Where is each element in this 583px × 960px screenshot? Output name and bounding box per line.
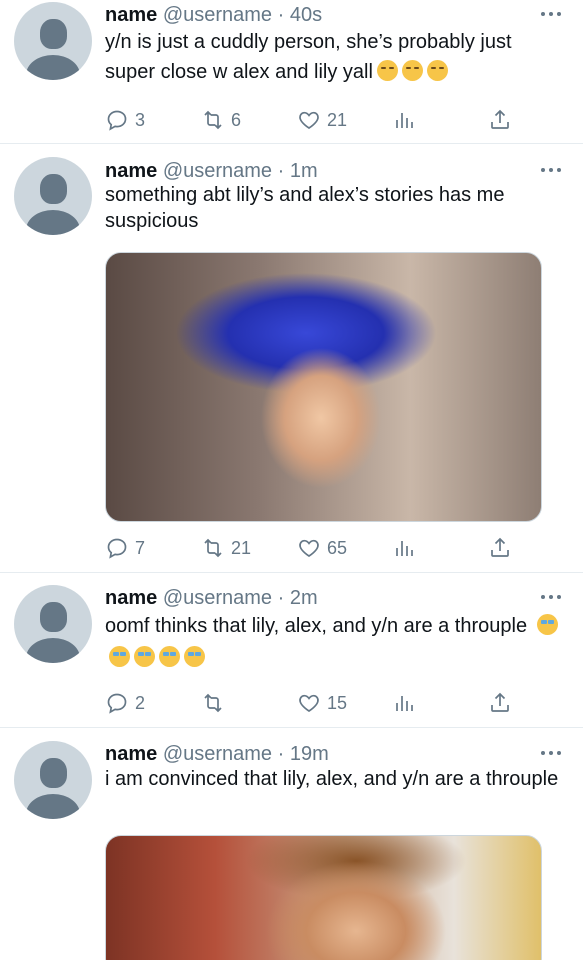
crying-face-emoji: [536, 614, 558, 635]
tweet-actions: 3 6 21: [105, 107, 525, 133]
avatar[interactable]: [14, 741, 92, 819]
sleepy-face-emoji: [426, 60, 448, 81]
reply-icon: [107, 693, 127, 714]
sleepy-face-emoji: [401, 60, 423, 81]
tweet[interactable]: name @username · 40s y/n is just a cuddl…: [0, 0, 583, 144]
avatar-body-shape: [26, 55, 80, 80]
more-icon[interactable]: [541, 12, 561, 18]
separator-dot: ·: [277, 160, 285, 182]
tweet-header: name @username · 19m: [105, 742, 329, 766]
retweet-count: 6: [231, 109, 242, 130]
reply-count: 3: [135, 109, 146, 130]
retweet-button[interactable]: 21: [201, 535, 251, 561]
retweet-icon: [204, 538, 222, 558]
reply-button[interactable]: 3: [105, 107, 145, 133]
sleepy-face-emoji: [376, 60, 398, 81]
share-icon: [491, 109, 509, 129]
like-button[interactable]: 21: [297, 107, 347, 133]
like-count: 15: [327, 692, 348, 713]
reply-icon: [107, 538, 127, 559]
user-handle[interactable]: @username: [163, 587, 272, 609]
retweet-icon: [204, 693, 222, 713]
display-name[interactable]: name: [105, 587, 157, 609]
like-count: 65: [327, 537, 348, 558]
reply-count: 2: [135, 692, 146, 713]
tweet[interactable]: name @username · 19m i am convinced that…: [0, 728, 583, 960]
analytics-button[interactable]: [392, 107, 416, 133]
share-button[interactable]: [488, 107, 512, 133]
separator-dot: ·: [277, 743, 285, 765]
like-button[interactable]: 15: [297, 690, 347, 716]
tweet-text: something abt lily’s and alex’s stories …: [105, 182, 565, 234]
analytics-icon: [396, 541, 413, 556]
reply-button[interactable]: 2: [105, 690, 145, 716]
more-icon[interactable]: [541, 751, 561, 757]
heart-icon: [299, 694, 319, 712]
share-icon: [491, 692, 509, 712]
share-button[interactable]: [488, 690, 512, 716]
tweet-header: name @username · 2m: [105, 586, 318, 610]
heart-icon: [299, 111, 319, 129]
analytics-button[interactable]: [392, 535, 416, 561]
avatar-body-shape: [26, 638, 80, 663]
tweet-text-content: oomf thinks that lily, alex, and y/n are…: [105, 615, 528, 637]
crying-face-emoji: [134, 646, 155, 667]
tweet[interactable]: name @username · 1m something abt lily’s…: [0, 144, 583, 573]
analytics-icon: [396, 696, 413, 711]
avatar-head-shape: [40, 174, 67, 204]
tweet-text-content: y/n is just a cuddly person, she’s proba…: [105, 31, 512, 83]
retweet-button[interactable]: [201, 690, 231, 716]
timestamp[interactable]: 1m: [290, 160, 318, 182]
avatar[interactable]: [14, 585, 92, 663]
like-button[interactable]: 65: [297, 535, 347, 561]
retweet-count: 21: [231, 537, 252, 558]
tweet-media-image[interactable]: [105, 835, 542, 960]
crying-face-emoji: [184, 646, 205, 667]
separator-dot: ·: [277, 587, 285, 609]
tweet-text: y/n is just a cuddly person, she’s proba…: [105, 27, 565, 87]
avatar[interactable]: [14, 157, 92, 235]
analytics-icon: [396, 113, 413, 128]
avatar-head-shape: [40, 758, 67, 788]
reply-button[interactable]: 7: [105, 535, 145, 561]
heart-icon: [299, 539, 319, 557]
timestamp[interactable]: 40s: [290, 4, 322, 26]
avatar[interactable]: [14, 2, 92, 80]
more-icon[interactable]: [541, 595, 561, 601]
tweet-header: name @username · 1m: [105, 159, 318, 183]
avatar-head-shape: [40, 19, 67, 49]
tweet-text: i am convinced that lily, alex, and y/n …: [105, 766, 565, 792]
display-name[interactable]: name: [105, 160, 157, 182]
share-button[interactable]: [488, 535, 512, 561]
share-icon: [491, 537, 509, 557]
user-handle[interactable]: @username: [163, 4, 272, 26]
tweet-text: oomf thinks that lily, alex, and y/n are…: [105, 610, 565, 674]
timestamp[interactable]: 19m: [290, 743, 329, 765]
timestamp[interactable]: 2m: [290, 587, 318, 609]
analytics-button[interactable]: [392, 690, 416, 716]
crying-face-emoji: [159, 646, 180, 667]
tweet-text-content: something abt lily’s and alex’s stories …: [105, 184, 505, 232]
user-handle[interactable]: @username: [163, 160, 272, 182]
reply-icon: [107, 110, 127, 131]
like-count: 21: [327, 109, 348, 130]
retweet-button[interactable]: 6: [201, 107, 241, 133]
avatar-body-shape: [26, 210, 80, 235]
avatar-body-shape: [26, 794, 80, 819]
separator-dot: ·: [277, 4, 285, 26]
retweet-icon: [204, 110, 222, 130]
reply-count: 7: [135, 537, 146, 558]
avatar-head-shape: [40, 602, 67, 632]
more-icon[interactable]: [541, 168, 561, 174]
display-name[interactable]: name: [105, 743, 157, 765]
user-handle[interactable]: @username: [163, 743, 272, 765]
tweet-media-image[interactable]: [105, 252, 542, 522]
tweet-text-content: i am convinced that lily, alex, and y/n …: [105, 768, 559, 790]
tweet-actions: 2 15: [105, 690, 525, 716]
display-name[interactable]: name: [105, 4, 157, 26]
crying-face-emoji: [109, 646, 130, 667]
tweet-actions: 7 21 65: [105, 535, 525, 561]
tweet-header: name @username · 40s: [105, 3, 322, 27]
tweet[interactable]: name @username · 2m oomf thinks that lil…: [0, 573, 583, 728]
